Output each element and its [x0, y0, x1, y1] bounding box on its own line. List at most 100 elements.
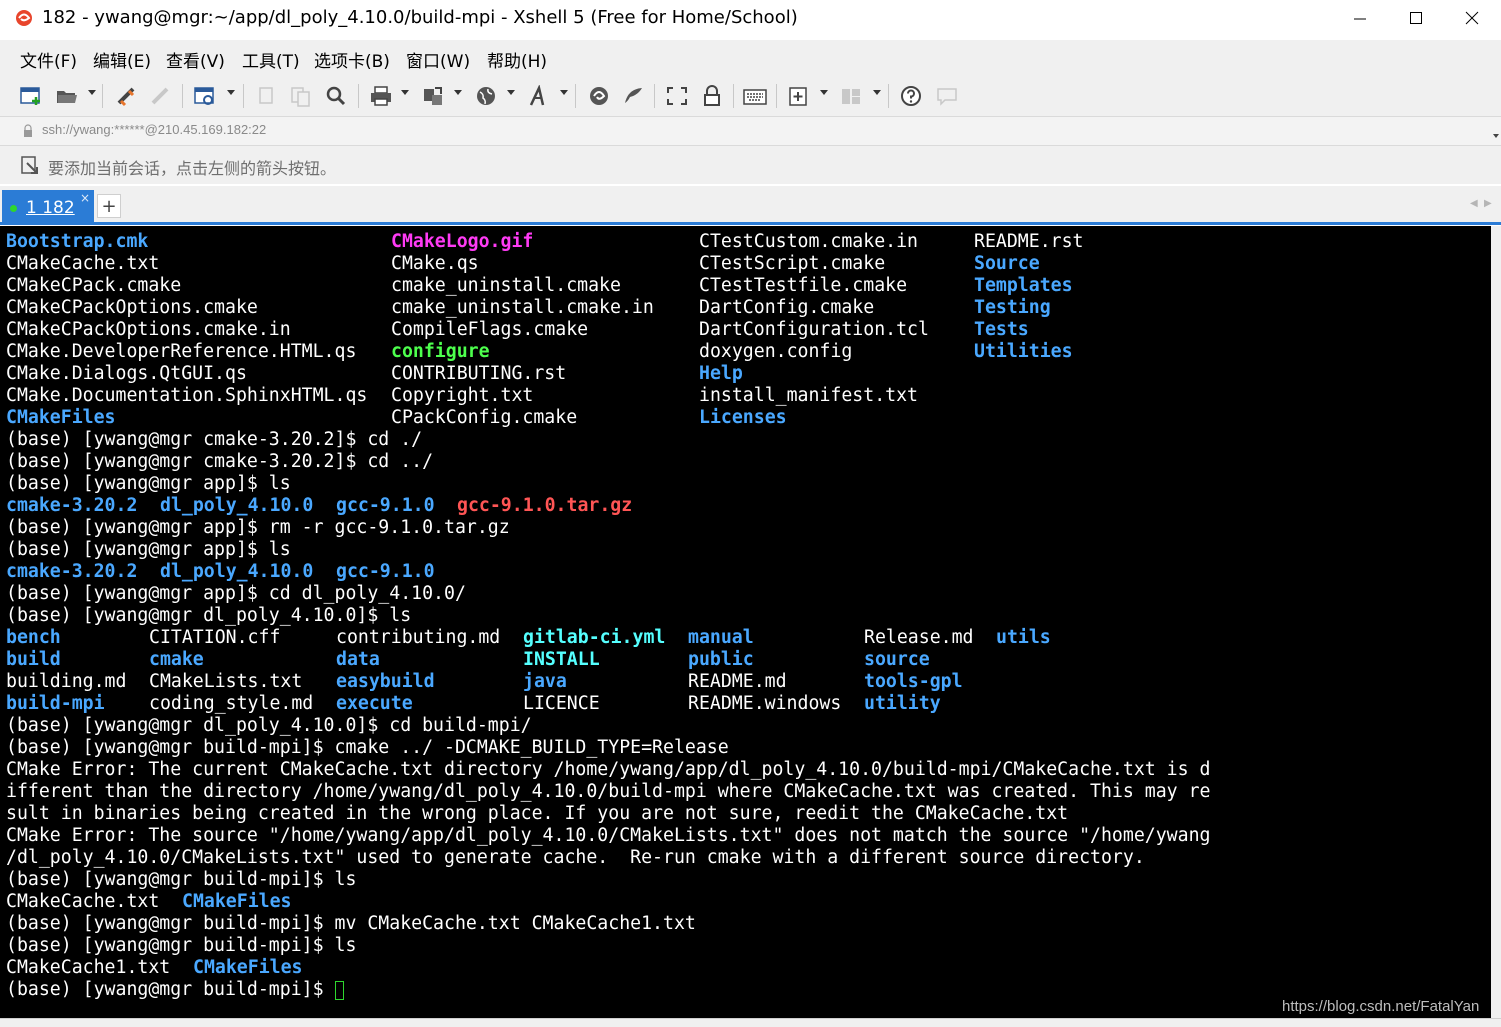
xftp-icon[interactable]: [584, 82, 614, 110]
terminal-text: bench: [6, 627, 61, 648]
terminal-text: build-mpi: [6, 693, 105, 714]
close-window-button[interactable]: [1444, 0, 1500, 36]
disconnect-icon[interactable]: [146, 82, 176, 110]
maximize-button[interactable]: [1388, 0, 1444, 36]
terminal-text: CMake.DeveloperReference.HTML.qs: [6, 341, 357, 362]
xmanager-icon[interactable]: [619, 82, 649, 110]
terminal-text: (base) [ywang@mgr cmake-3.20.2]$ cd ./: [6, 429, 423, 450]
copy-icon[interactable]: [252, 82, 282, 110]
terminal-text: (base) [ywang@mgr app]$ ls: [6, 473, 291, 494]
properties-icon[interactable]: [190, 82, 220, 110]
find-icon[interactable]: [321, 82, 351, 110]
terminal-text: CMakeFiles: [193, 957, 303, 978]
font-dropdown-icon[interactable]: [560, 90, 568, 95]
keyboard-icon[interactable]: [740, 82, 770, 110]
terminal-text: CMakeCache.txt: [6, 891, 160, 912]
toolbar-separator: [243, 84, 244, 108]
terminal-text: easybuild: [336, 671, 435, 692]
terminal-text: CMakeCache.txt: [6, 253, 160, 274]
open-folder-icon[interactable]: [52, 82, 82, 110]
menu-window[interactable]: 窗口(W): [406, 47, 470, 72]
terminal-text: data: [336, 649, 380, 670]
terminal-text: CMake.qs: [391, 253, 479, 274]
layout-icon[interactable]: [836, 82, 866, 110]
layout-dropdown-icon[interactable]: [873, 90, 881, 95]
terminal-output[interactable]: Bootstrap.cmk CMakeLogo.gif CTestCustom.cm…: [0, 226, 1501, 1018]
terminal-text: CMakeLogo.gif: [391, 231, 534, 252]
terminal-text: gcc-9.1.0.tar.gz: [457, 495, 633, 516]
transfer-icon[interactable]: [418, 82, 448, 110]
terminal-text: Templates: [974, 275, 1073, 296]
globe-icon[interactable]: [471, 82, 501, 110]
globe-dropdown-icon[interactable]: [507, 90, 515, 95]
terminal-text: /dl_poly_4.10.0/CMakeLists.txt" used to …: [6, 847, 1145, 868]
toolbar-separator: [102, 84, 103, 108]
tab-label: 1 182: [26, 198, 75, 218]
chat-icon[interactable]: [932, 82, 962, 110]
session-address: ssh://ywang:******@210.45.169.182:22: [42, 122, 267, 137]
terminal-text: doxygen.config: [699, 341, 853, 362]
terminal-text: INSTALL: [523, 649, 600, 670]
terminal-text: ifferent than the directory /home/ywang/…: [6, 781, 1211, 802]
add-session-arrow-icon[interactable]: [20, 155, 42, 181]
new-session-icon[interactable]: [16, 82, 46, 110]
help-icon[interactable]: [896, 82, 926, 110]
terminal-text: Release.md: [864, 627, 974, 648]
tab-close-icon[interactable]: ×: [80, 191, 90, 205]
transfer-dropdown-icon[interactable]: [454, 90, 462, 95]
paste-icon[interactable]: [286, 82, 316, 110]
terminal-text: Bootstrap.cmk: [6, 231, 149, 252]
tab-scroll-left-icon[interactable]: ◀: [1470, 198, 1478, 209]
menu-view[interactable]: 查看(V): [166, 47, 225, 72]
lock-small-icon: [22, 123, 34, 142]
terminal-text: building.md: [6, 671, 127, 692]
address-bar[interactable]: ssh://ywang:******@210.45.169.182:22: [0, 116, 1501, 146]
add-dropdown-icon[interactable]: [820, 90, 828, 95]
menu-file[interactable]: 文件(F): [20, 47, 77, 72]
print-dropdown-icon[interactable]: [401, 90, 409, 95]
fullscreen-icon[interactable]: [662, 82, 692, 110]
open-dropdown-icon[interactable]: [88, 90, 96, 95]
terminal-scrollbar[interactable]: [1491, 226, 1501, 1018]
menu-help[interactable]: 帮助(H): [487, 47, 547, 72]
terminal-text: cmake-3.20.2: [6, 495, 138, 516]
toolbar-separator: [182, 84, 183, 108]
terminal-text: LICENCE: [523, 693, 600, 714]
terminal-text: DartConfiguration.tcl: [699, 319, 929, 340]
address-dropdown-icon[interactable]: [1493, 125, 1499, 144]
terminal-text: README.md: [688, 671, 787, 692]
menu-tools[interactable]: 工具(T): [242, 47, 300, 72]
print-icon[interactable]: [366, 82, 396, 110]
terminal-text: CTestScript.cmake: [699, 253, 886, 274]
terminal-text: CITATION.cff: [149, 627, 281, 648]
menu-tabs[interactable]: 选项卡(B): [314, 47, 390, 72]
menu-edit[interactable]: 编辑(E): [93, 47, 151, 72]
toolbar-separator: [654, 84, 655, 108]
terminal-text: Tests: [974, 319, 1029, 340]
terminal-text: CMakeLists.txt: [149, 671, 303, 692]
watermark: https://blog.csdn.net/FatalYan: [1282, 998, 1480, 1015]
terminal-text: Licenses: [699, 407, 787, 428]
lock-icon[interactable]: [697, 82, 727, 110]
terminal-text: CTestCustom.cmake.in: [699, 231, 918, 252]
terminal-text: cmake: [149, 649, 204, 670]
reconnect-icon[interactable]: [112, 82, 142, 110]
properties-dropdown-icon[interactable]: [227, 90, 235, 95]
new-tab-button[interactable]: +: [97, 194, 121, 218]
add-icon[interactable]: [784, 82, 814, 110]
font-icon[interactable]: [524, 82, 554, 110]
session-tab[interactable]: 1 182 ×: [2, 190, 94, 224]
terminal-text: (base) [ywang@mgr app]$ ls: [6, 539, 291, 560]
terminal-text: CMakeCPack.cmake: [6, 275, 182, 296]
tab-scroll-right-icon[interactable]: ▶: [1484, 198, 1492, 209]
minimize-button[interactable]: [1332, 0, 1388, 36]
toolbar-separator: [776, 84, 777, 108]
terminal-text: coding_style.md: [149, 693, 314, 714]
terminal-text: CompileFlags.cmake: [391, 319, 589, 340]
terminal-text: cmake-3.20.2: [6, 561, 138, 582]
terminal-text: (base) [ywang@mgr build-mpi]$ ls: [6, 935, 357, 956]
terminal-text: CONTRIBUTING.rst: [391, 363, 567, 384]
terminal-text: configure: [391, 341, 490, 362]
tab-underline: [0, 222, 1501, 225]
terminal-text: CMake Error: The source "/home/ywang/app…: [6, 825, 1211, 846]
